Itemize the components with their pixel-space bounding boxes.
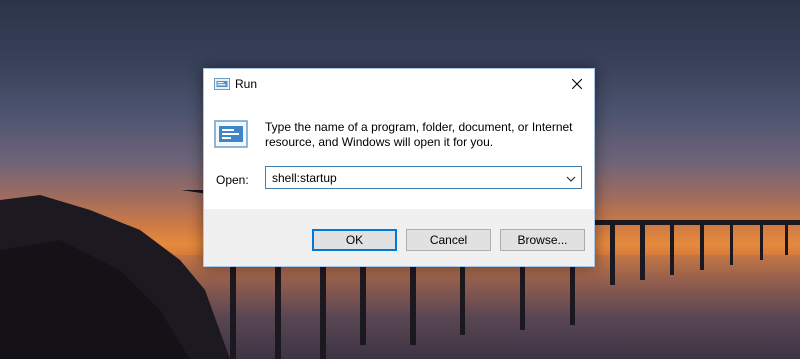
dialog-body: Type the name of a program, folder, docu… [204,99,594,209]
browse-button[interactable]: Browse... [500,229,585,251]
button-bar: OK Cancel Browse... [204,209,594,266]
run-icon-large [214,119,248,149]
open-combobox[interactable]: shell:startup [265,166,582,189]
close-icon [572,79,582,89]
cancel-button[interactable]: Cancel [406,229,491,251]
dialog-description: Type the name of a program, folder, docu… [265,120,573,149]
run-dialog: Run Type the name of a program, folder, … [203,68,595,267]
ok-button[interactable]: OK [312,229,397,251]
title-bar[interactable]: Run [204,69,594,99]
close-button[interactable] [560,69,594,99]
chevron-down-icon[interactable] [565,172,577,184]
window-title: Run [235,77,258,91]
run-icon [214,77,230,91]
open-label: Open: [216,173,249,187]
open-input[interactable]: shell:startup [272,171,337,185]
